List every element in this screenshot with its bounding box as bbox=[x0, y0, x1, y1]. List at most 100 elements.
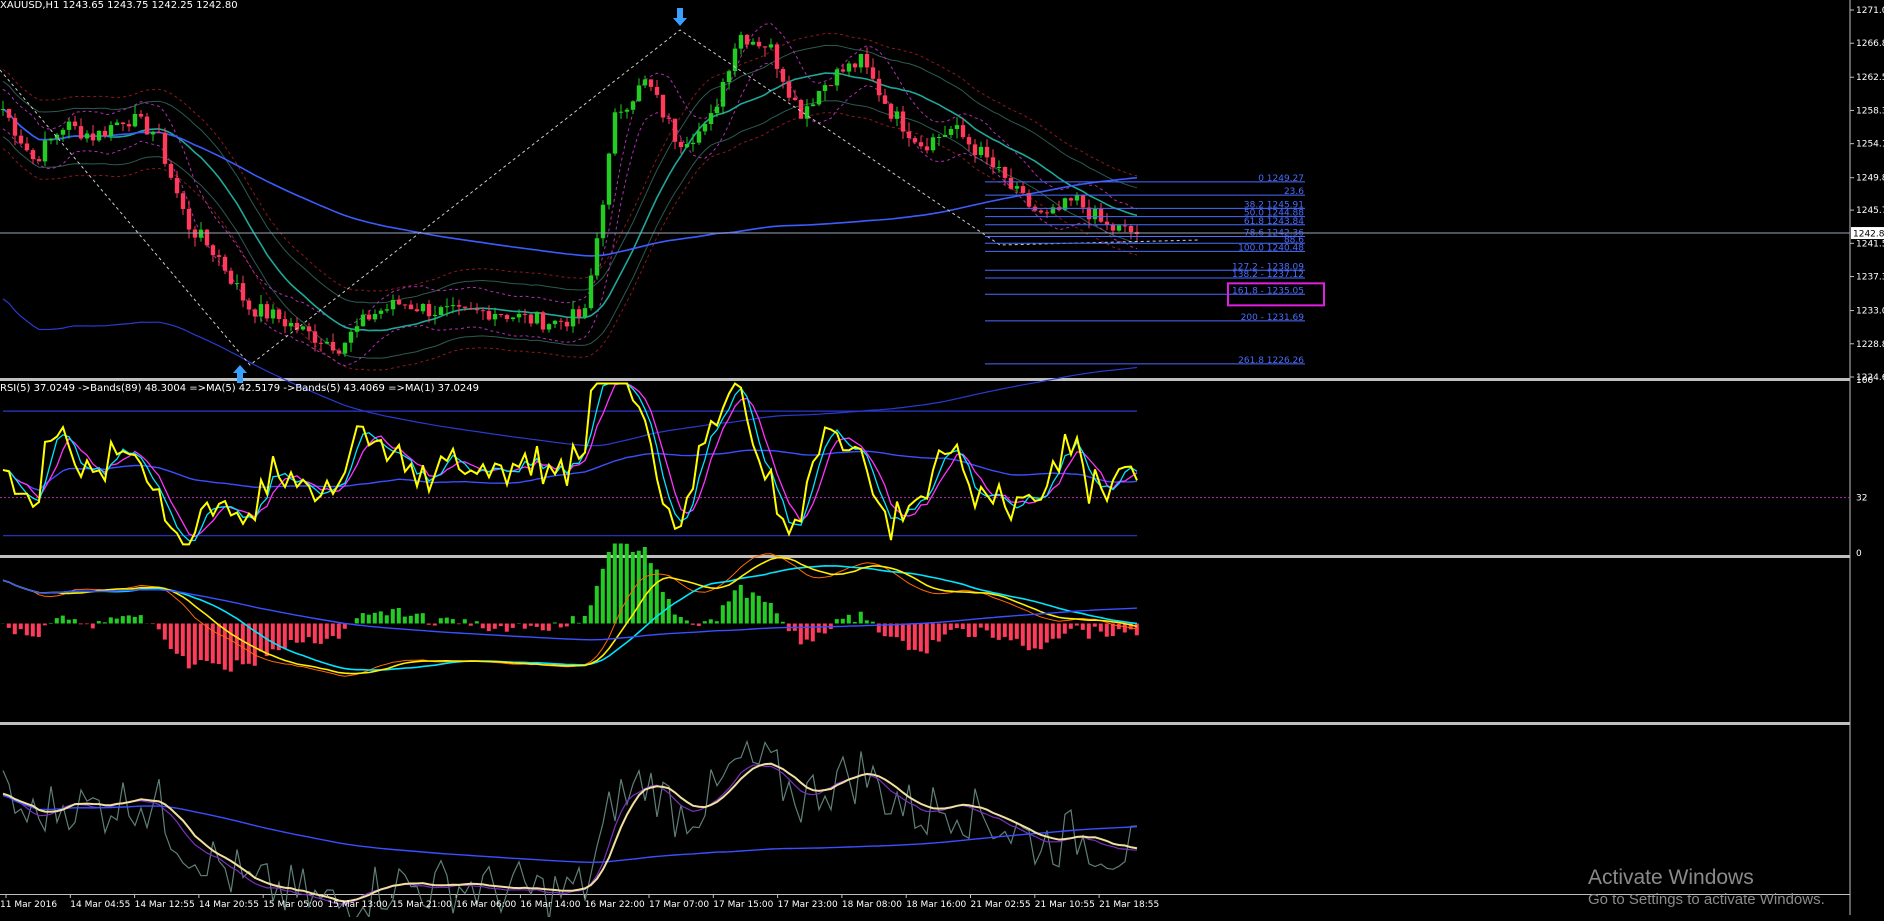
candle-body bbox=[961, 125, 965, 137]
histogram-bar bbox=[853, 622, 857, 624]
histogram-bar bbox=[799, 624, 803, 645]
candle-body bbox=[1009, 178, 1013, 189]
candle-body bbox=[847, 64, 851, 72]
histogram-bar bbox=[319, 624, 323, 644]
histogram-bar bbox=[967, 624, 971, 638]
candle-body bbox=[325, 342, 329, 344]
candle-body bbox=[745, 35, 749, 45]
price-tick-label: 1233.0 bbox=[1856, 307, 1884, 317]
candle-body bbox=[595, 238, 599, 275]
histogram-bar bbox=[97, 621, 101, 623]
histogram-bar bbox=[991, 624, 995, 638]
chart-canvas[interactable]: 1242.8 0 1249.2723.638.2 1245.9150.0 124… bbox=[0, 0, 1884, 917]
candle-body bbox=[343, 343, 347, 354]
histogram-bar bbox=[469, 624, 473, 626]
histogram-bar bbox=[733, 590, 737, 623]
candle-body bbox=[649, 79, 653, 87]
watermark-subtitle: Go to Settings to activate Windows. bbox=[1588, 891, 1825, 908]
histogram-bar bbox=[529, 624, 533, 626]
candle-body bbox=[835, 69, 839, 85]
histogram-bar bbox=[361, 613, 365, 623]
candle-body bbox=[811, 104, 815, 106]
candle-body bbox=[1039, 211, 1043, 213]
histogram-bar bbox=[697, 624, 701, 626]
candle-body bbox=[1, 109, 5, 110]
histogram-bar bbox=[295, 624, 299, 643]
price-tick-label: 1245.7 bbox=[1856, 206, 1884, 216]
candle-body bbox=[931, 137, 935, 150]
histogram-bar bbox=[127, 615, 131, 623]
histogram-bar bbox=[919, 624, 923, 652]
candle-body bbox=[367, 315, 371, 320]
histogram-bar bbox=[1105, 624, 1109, 637]
histogram-bar bbox=[439, 618, 443, 623]
candle-body bbox=[385, 309, 389, 310]
histogram-bar bbox=[979, 624, 983, 628]
histogram-bar bbox=[925, 624, 929, 654]
candle-body bbox=[181, 193, 185, 209]
candle-body bbox=[463, 307, 467, 308]
histogram-bar bbox=[1021, 624, 1025, 646]
candle-body bbox=[211, 245, 215, 255]
price-tick-label: 1249.8 bbox=[1856, 174, 1884, 184]
candle-body bbox=[373, 314, 377, 319]
histogram-bar bbox=[427, 624, 431, 625]
histogram-bar bbox=[463, 619, 467, 623]
histogram-bar bbox=[493, 624, 497, 629]
time-tick-label: 14 Mar 20:55 bbox=[199, 900, 259, 910]
candle-body bbox=[61, 130, 65, 135]
histogram-bar bbox=[331, 624, 335, 637]
candle-body bbox=[901, 112, 905, 132]
histogram-bar bbox=[763, 602, 767, 624]
fib-level-label: 0 1249.27 bbox=[1258, 174, 1304, 184]
candle-body bbox=[127, 124, 131, 126]
candle-body bbox=[817, 91, 821, 104]
candle-body bbox=[727, 71, 731, 82]
histogram-bar bbox=[367, 615, 371, 624]
histogram-bar bbox=[751, 592, 755, 623]
candle-body bbox=[721, 82, 725, 107]
histogram-bar bbox=[271, 624, 275, 650]
candle-body bbox=[37, 159, 41, 161]
histogram-bar bbox=[181, 624, 185, 657]
histogram-bar bbox=[151, 624, 155, 625]
candle-body bbox=[397, 300, 401, 304]
candle-body bbox=[967, 137, 971, 144]
histogram-bar bbox=[817, 624, 821, 633]
candle-body bbox=[751, 42, 755, 45]
candle-body bbox=[775, 44, 779, 69]
chart-root[interactable]: 1242.8 0 1249.2723.638.2 1245.9150.0 124… bbox=[0, 0, 1884, 917]
time-tick-label: 14 Mar 04:55 bbox=[70, 900, 130, 910]
candle-body bbox=[439, 307, 443, 315]
histogram-bar bbox=[229, 624, 233, 672]
histogram-bar bbox=[121, 616, 125, 623]
candle-body bbox=[1045, 212, 1049, 213]
histogram-bar bbox=[481, 624, 485, 629]
candle-body bbox=[607, 154, 611, 205]
histogram-bar bbox=[931, 624, 935, 641]
candle-body bbox=[661, 95, 665, 118]
candle-body bbox=[739, 35, 743, 49]
candle-body bbox=[643, 79, 647, 85]
fib-level-label: 261.8 1226.26 bbox=[1238, 356, 1304, 366]
histogram-bar bbox=[157, 624, 161, 630]
candle-body bbox=[421, 304, 425, 311]
candle-body bbox=[799, 100, 803, 119]
time-tick-label: 15 Mar 05:00 bbox=[263, 900, 323, 910]
histogram-bar bbox=[703, 621, 707, 623]
candle-body bbox=[733, 49, 737, 72]
histogram-bar bbox=[385, 615, 389, 623]
histogram-bar bbox=[73, 619, 77, 623]
time-tick-label: 17 Mar 07:00 bbox=[649, 900, 709, 910]
candle-body bbox=[229, 271, 233, 284]
candle-body bbox=[577, 309, 581, 317]
candle-body bbox=[277, 310, 281, 320]
panel-separator bbox=[0, 722, 1850, 725]
histogram-bar bbox=[943, 624, 947, 635]
histogram-bar bbox=[169, 624, 173, 650]
candle-body bbox=[313, 331, 317, 342]
histogram-bar bbox=[535, 624, 539, 627]
price-tick-label: 1254.1 bbox=[1856, 140, 1884, 150]
histogram-bar bbox=[871, 622, 875, 624]
histogram-bar bbox=[499, 624, 503, 627]
